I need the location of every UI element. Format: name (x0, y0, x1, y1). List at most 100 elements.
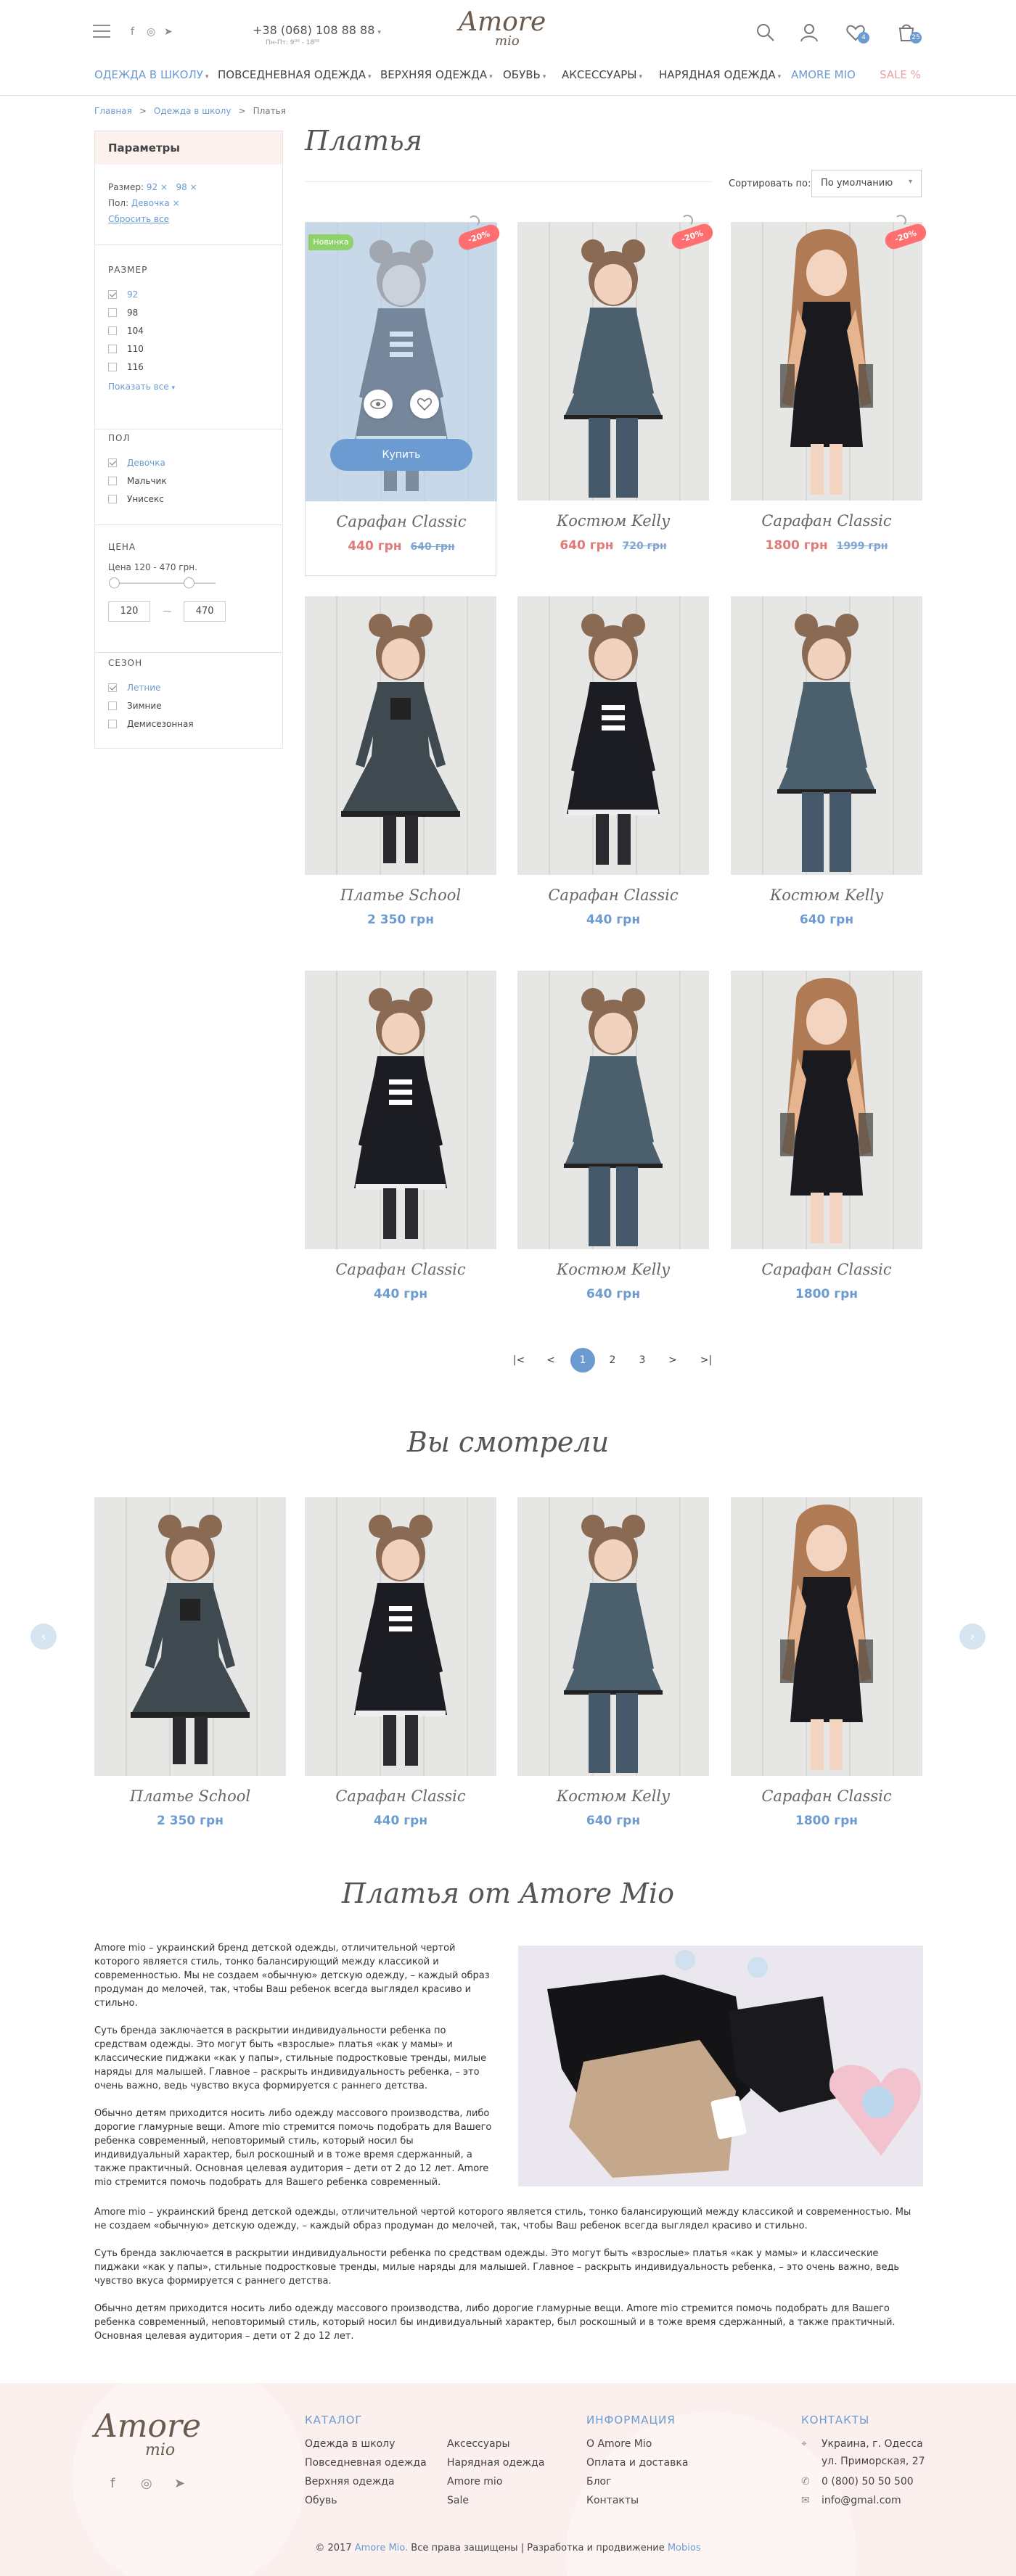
gender-option-boy[interactable]: Мальчик (108, 472, 271, 490)
season-option-demi[interactable]: Демисезонная (108, 715, 271, 733)
size-option-110[interactable]: 110 (108, 340, 271, 358)
product-card[interactable]: Костюм Kelly 640 грн (731, 596, 922, 950)
product-image[interactable] (731, 971, 922, 1249)
checkbox[interactable] (108, 683, 117, 692)
prev-page-button[interactable]: < (538, 1348, 563, 1373)
footer-link-casual[interactable]: Повседневная одежда (305, 2457, 427, 2469)
product-name[interactable]: Сарафан Classic (517, 886, 709, 904)
season-option-summer[interactable]: Летние (108, 678, 271, 696)
checkbox[interactable] (108, 494, 117, 503)
size-option-116[interactable]: 116 (108, 358, 271, 376)
facebook-icon[interactable]: f (110, 2476, 115, 2491)
checkbox[interactable] (108, 701, 117, 710)
product-image[interactable] (94, 1497, 286, 1776)
viewed-card[interactable]: Костюм Kelly 640 грн (517, 1497, 709, 1851)
product-name[interactable]: Костюм Kelly (517, 1261, 709, 1278)
product-name[interactable]: Костюм Kelly (731, 886, 922, 904)
checkbox[interactable] (108, 326, 117, 335)
footer-link-amore-mio[interactable]: Amore mio (447, 2476, 502, 2487)
product-name[interactable]: Сарафан Classic (731, 512, 922, 530)
breadcrumb-home[interactable]: Главная (94, 106, 132, 116)
product-card[interactable]: -20% Сарафан Classic 1800 грн 1999 грн (731, 215, 929, 576)
telegram-icon[interactable]: ➤ (174, 2476, 185, 2491)
product-name[interactable]: Костюм Kelly (517, 1787, 709, 1805)
size-option-104[interactable]: 104 (108, 321, 271, 340)
brand-link[interactable]: Amore Mio. (355, 2543, 408, 2554)
product-image[interactable] (517, 971, 709, 1249)
product-image[interactable] (305, 971, 496, 1249)
product-card[interactable]: Новинка -20% Купить Сарафан Classic 440 … (305, 215, 502, 576)
reset-filters-link[interactable]: Сбросить все (108, 214, 271, 224)
product-image[interactable] (517, 222, 709, 501)
season-option-winter[interactable]: Зимние (108, 696, 271, 715)
telegram-icon[interactable]: ➤ (164, 26, 173, 38)
product-name[interactable]: Платье School (94, 1787, 286, 1805)
nav-item-shoes[interactable]: ОБУВЬ ▾ (503, 68, 546, 81)
product-name[interactable]: Сарафан Classic (731, 1787, 922, 1805)
quick-view-button[interactable] (364, 390, 393, 419)
nav-item-sale[interactable]: SALE % (880, 68, 921, 81)
checkbox[interactable] (108, 308, 117, 317)
footer-link-blog[interactable]: Блог (586, 2476, 611, 2487)
header-phone[interactable]: +38 (068) 108 88 88 ▾ (253, 23, 381, 37)
price-slider[interactable] (109, 577, 216, 588)
footer-link-school[interactable]: Одежда в школу (305, 2438, 395, 2450)
product-image[interactable] (305, 596, 496, 875)
price-max-input[interactable]: 470 (184, 601, 226, 622)
active-filter-size-98[interactable]: 98 × (176, 182, 197, 192)
gender-option-unisex[interactable]: Унисекс (108, 490, 271, 508)
nav-item-school[interactable]: ОДЕЖДА В ШКОЛУ ▾ (94, 68, 208, 81)
checkbox[interactable] (108, 344, 117, 353)
footer-link-sale[interactable]: Sale (447, 2495, 469, 2506)
facebook-icon[interactable]: f (131, 26, 134, 38)
product-card[interactable]: -20% Костюм Kelly 640 грн 720 грн (517, 215, 716, 576)
viewed-card[interactable]: Сарафан Classic 440 грн (305, 1497, 496, 1851)
carousel-next-button[interactable]: › (959, 1624, 986, 1650)
footer-link-festive[interactable]: Нарядная одежда (447, 2457, 544, 2469)
first-page-button[interactable]: |< (507, 1348, 531, 1373)
active-filter-size-92[interactable]: 92 × (147, 182, 168, 192)
nav-item-accessories[interactable]: АКСЕССУАРЫ ▾ (562, 68, 642, 81)
developer-link[interactable]: Mobios (668, 2543, 701, 2554)
nav-item-festive[interactable]: НАРЯДНАЯ ОДЕЖДА ▾ (659, 68, 781, 81)
footer-link-shoes[interactable]: Обувь (305, 2495, 337, 2506)
product-image[interactable] (305, 1497, 496, 1776)
product-image[interactable] (731, 1497, 922, 1776)
price-slider-max-handle[interactable] (184, 577, 194, 588)
price-slider-min-handle[interactable] (109, 577, 120, 588)
product-card[interactable]: Платье School 2 350 грн (305, 596, 496, 950)
buy-button[interactable]: Купить (330, 439, 472, 471)
price-min-input[interactable]: 120 (108, 601, 150, 622)
carousel-prev-button[interactable]: ‹ (30, 1624, 57, 1650)
search-icon[interactable] (755, 22, 777, 44)
menu-icon[interactable] (93, 25, 110, 38)
product-card[interactable]: Костюм Kelly 640 грн (517, 971, 709, 1325)
footer-email[interactable]: info@gmal.com (822, 2495, 901, 2506)
page-3-button[interactable]: 3 (630, 1348, 655, 1373)
product-card[interactable]: Сарафан Classic 1800 грн (731, 971, 922, 1325)
product-image[interactable] (731, 222, 922, 501)
product-name[interactable]: Костюм Kelly (517, 512, 709, 530)
checkbox[interactable] (108, 476, 117, 485)
size-option-92[interactable]: 92 (108, 285, 271, 303)
size-option-98[interactable]: 98 (108, 303, 271, 321)
product-card[interactable]: Сарафан Classic 440 грн (517, 596, 709, 950)
checkbox[interactable] (108, 362, 117, 371)
product-name[interactable]: Сарафан Classic (306, 513, 497, 530)
footer-link-accessories[interactable]: Аксессуары (447, 2438, 510, 2450)
sort-select[interactable]: По умолчанию ▾ (811, 170, 922, 197)
checkbox[interactable] (108, 458, 117, 467)
add-to-wishlist-button[interactable] (410, 390, 439, 419)
viewed-card[interactable]: Сарафан Classic 1800 грн (731, 1497, 922, 1851)
product-card[interactable]: Сарафан Classic 440 грн (305, 971, 496, 1325)
footer-link-about[interactable]: О Amore Mio (586, 2438, 652, 2450)
instagram-icon[interactable]: ◎ (147, 26, 155, 38)
nav-item-outerwear[interactable]: ВЕРХНЯЯ ОДЕЖДА ▾ (380, 68, 493, 81)
nav-item-amore-mio[interactable]: AMORE MIO (791, 68, 856, 81)
product-image[interactable] (517, 596, 709, 875)
product-name[interactable]: Платье School (305, 886, 496, 904)
product-image[interactable] (517, 1497, 709, 1776)
instagram-icon[interactable]: ◎ (141, 2476, 152, 2491)
last-page-button[interactable]: >| (694, 1348, 718, 1373)
gender-option-girl[interactable]: Девочка (108, 453, 271, 472)
